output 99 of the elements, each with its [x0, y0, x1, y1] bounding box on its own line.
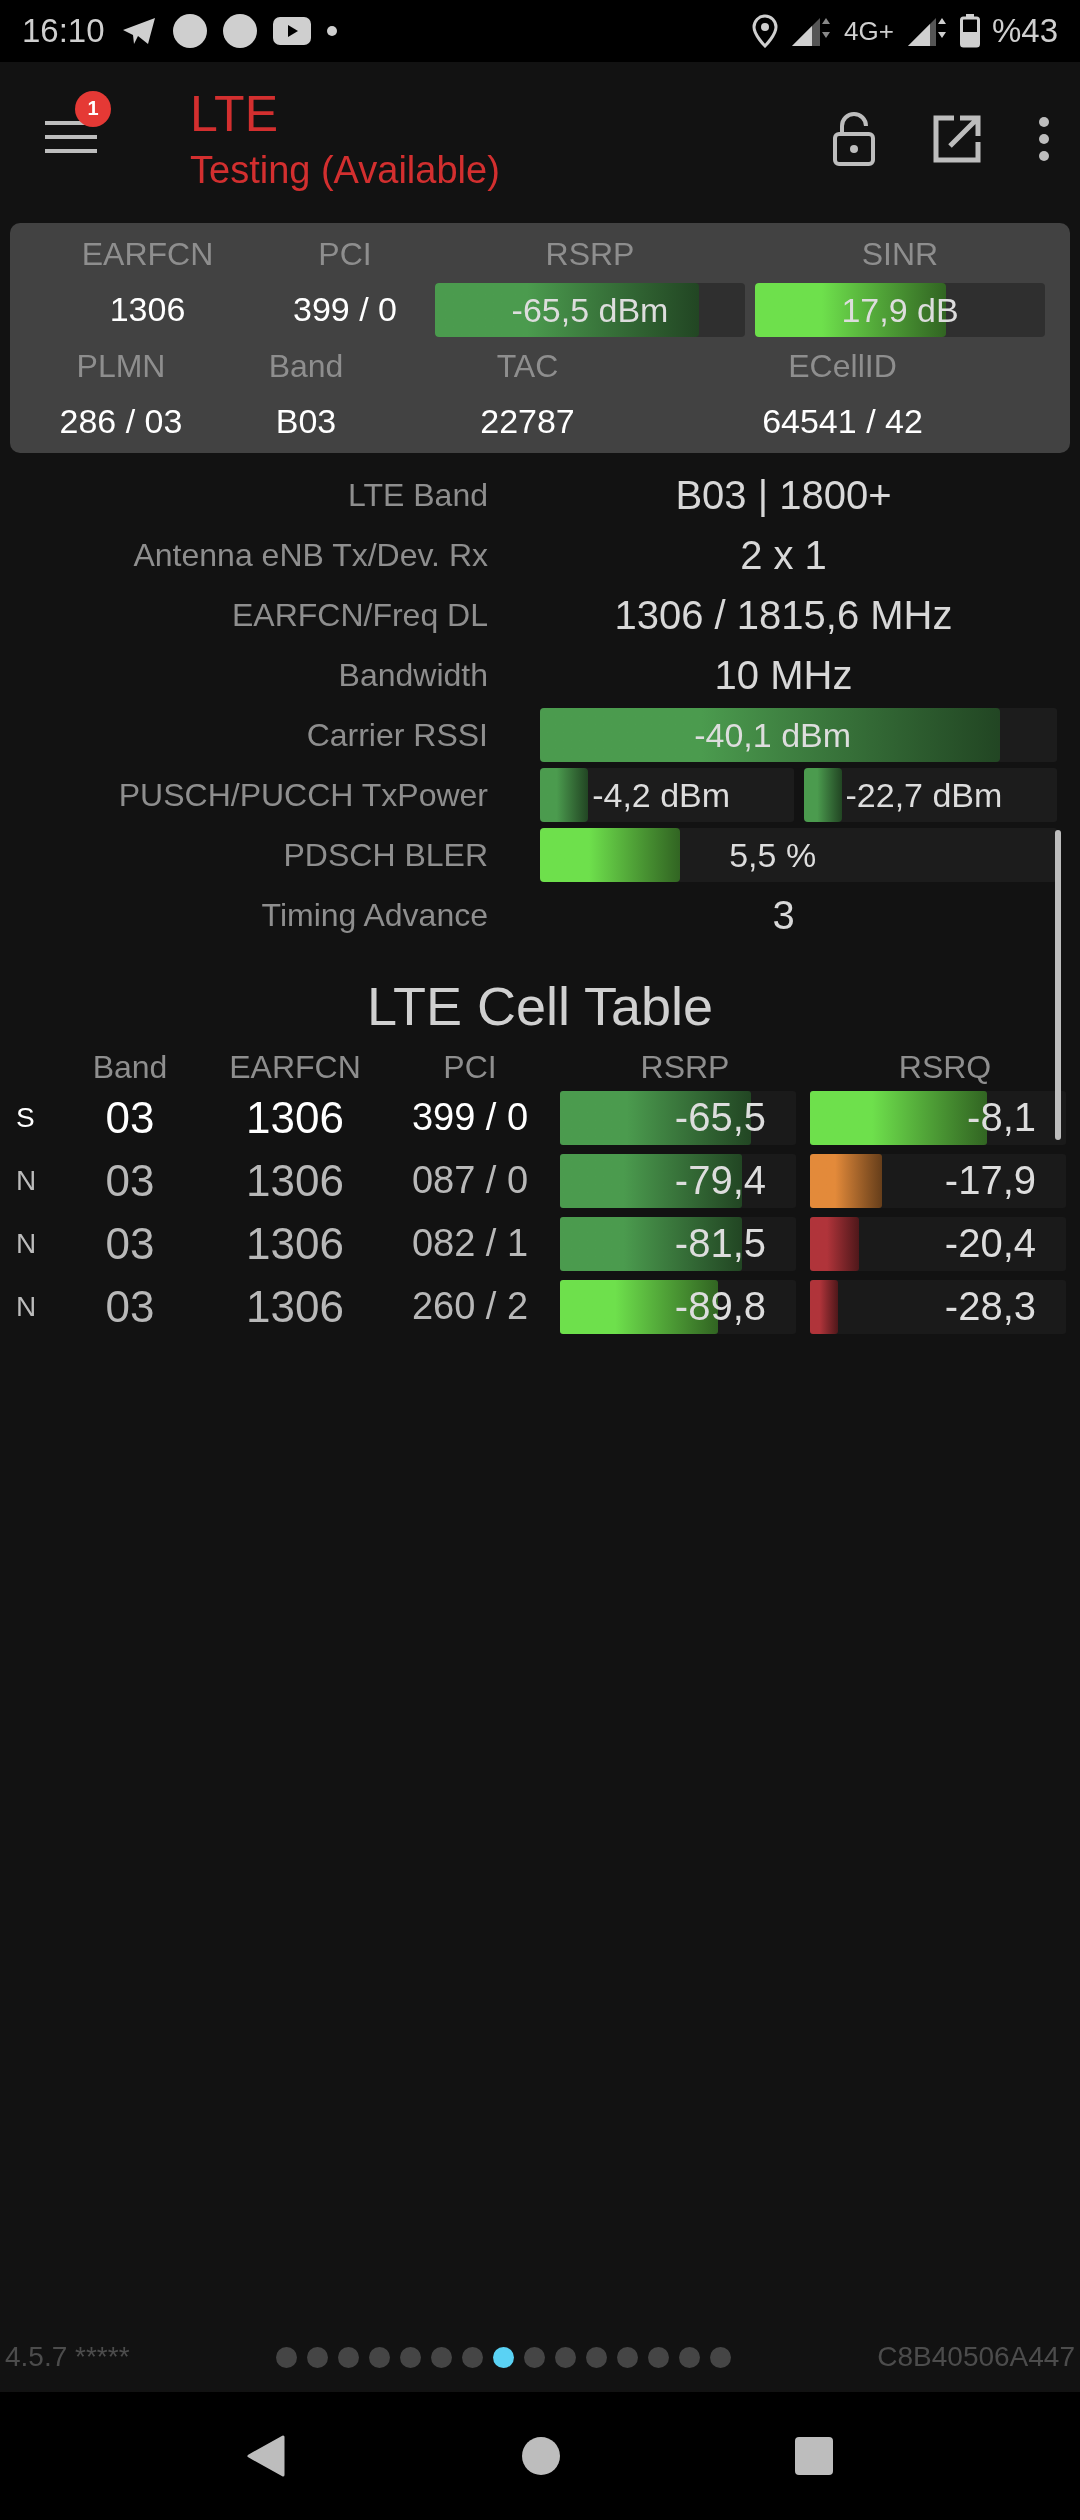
table-cell-text: 1306: [245, 1155, 345, 1206]
circle-icon: [222, 14, 257, 48]
meter-reading: -40,1 dBm: [693, 714, 853, 756]
field-value: B03: [275, 401, 337, 442]
field-label: EARFCN: [81, 235, 214, 273]
detail-value: 3: [772, 892, 795, 938]
detail-value: 1306 / 1815,6 MHz: [614, 592, 953, 638]
table-cell-text: 03: [104, 1281, 156, 1332]
battery-icon: [959, 14, 980, 48]
page-dot[interactable]: [585, 2346, 607, 2368]
location-icon: [752, 14, 779, 48]
more-icon[interactable]: [1038, 115, 1050, 162]
page-dot[interactable]: [337, 2346, 359, 2368]
page-dot[interactable]: [678, 2346, 700, 2368]
table-cell-text: 1306: [245, 1092, 345, 1143]
column-header: RSRP: [639, 1049, 731, 1086]
meter-reading: 5,5 %: [728, 834, 818, 876]
recents-icon[interactable]: [794, 2437, 833, 2475]
table-cell-text: 082 / 1: [410, 1222, 530, 1265]
field-label: PCI: [318, 235, 372, 273]
meter-reading: -22,7 dBm: [844, 775, 1003, 815]
meter-reading: -65,5: [674, 1094, 766, 1141]
meter-reading: -20,4: [944, 1220, 1036, 1267]
field-value: 22787: [480, 401, 575, 442]
meter-reading: -81,5: [674, 1220, 766, 1267]
column-header: PCI: [442, 1049, 498, 1086]
column-header: RSRQ: [897, 1049, 993, 1086]
detail-label: Carrier RSSI: [306, 716, 488, 754]
detail-label: EARFCN/Freq DL: [231, 596, 488, 634]
page-dot[interactable]: [399, 2346, 421, 2368]
meter-reading: -65,5 dBm: [510, 289, 670, 331]
circle-icon: [172, 14, 207, 48]
notification-badge: 1: [75, 90, 111, 127]
detail-label: Bandwidth: [338, 656, 488, 694]
detail-label: Antenna eNB Tx/Dev. Rx: [133, 536, 488, 574]
page-dot[interactable]: [430, 2346, 452, 2368]
cell-type: N: [15, 1164, 38, 1197]
meter-reading: 17,9 dB: [840, 289, 960, 331]
detail-label: Timing Advance: [261, 896, 488, 934]
page-dot[interactable]: [275, 2346, 297, 2368]
cell-type: N: [15, 1290, 38, 1323]
field-label: RSRP: [545, 235, 635, 273]
field-value: 399 / 0: [293, 289, 397, 330]
clock: 16:10: [22, 12, 105, 50]
detail-label: PDSCH BLER: [283, 836, 488, 874]
scrollbar[interactable]: [1055, 830, 1061, 1140]
table-cell-text: 087 / 0: [410, 1159, 530, 1202]
back-icon[interactable]: [247, 2435, 288, 2477]
meter-reading: -8,1: [967, 1094, 1036, 1141]
app-version: 4.5.7 *****: [5, 2341, 130, 2373]
page-dot[interactable]: [461, 2346, 483, 2368]
table-cell-text: 03: [104, 1218, 156, 1269]
page-dot[interactable]: [306, 2346, 328, 2368]
table-cell-text: 03: [104, 1092, 156, 1143]
device-id: C8B40506A447: [877, 2341, 1075, 2373]
padlock-icon[interactable]: [832, 111, 876, 166]
field-label: TAC: [496, 347, 559, 385]
table-cell-text: 399 / 0: [410, 1096, 530, 1139]
table-cell-text: 03: [104, 1155, 156, 1206]
detail-value: B03 | 1800+: [675, 472, 892, 518]
table-cell-text: 260 / 2: [410, 1285, 530, 1328]
cell-type: N: [15, 1227, 38, 1260]
screen-title: LTE: [190, 85, 279, 143]
dot-icon: [326, 26, 337, 36]
field-label: ECellID: [788, 347, 897, 385]
page-dot[interactable]: [492, 2346, 514, 2368]
external-link-icon[interactable]: [932, 113, 982, 164]
page-dot[interactable]: [709, 2346, 731, 2368]
detail-value: 10 MHz: [714, 652, 853, 698]
field-value: 64541 / 42: [762, 401, 923, 442]
detail-label: PUSCH/PUCCH TxPower: [118, 776, 488, 814]
section-title: LTE Cell Table: [365, 975, 715, 1037]
screen-subtitle: Testing (Available): [190, 149, 500, 192]
page-dot[interactable]: [523, 2346, 545, 2368]
field-value: 286 / 03: [59, 401, 183, 442]
page-dot[interactable]: [554, 2346, 576, 2368]
page-dot[interactable]: [647, 2346, 669, 2368]
page-dot[interactable]: [616, 2346, 638, 2368]
home-icon[interactable]: [522, 2437, 560, 2475]
meter-reading: -79,4: [674, 1157, 766, 1204]
detail-label: LTE Band: [348, 476, 488, 514]
meter-reading: -4,2 dBm: [591, 775, 731, 815]
battery-percent: %43: [991, 12, 1058, 50]
page-dot[interactable]: [368, 2346, 390, 2368]
detail-value: 2 x 1: [740, 532, 827, 578]
table-cell-text: 1306: [245, 1218, 345, 1269]
field-label: PLMN: [76, 347, 166, 385]
network-type: 4G+: [844, 15, 894, 47]
play-icon: [272, 17, 311, 45]
column-header: EARFCN: [228, 1049, 362, 1086]
table-cell-text: 1306: [245, 1281, 345, 1332]
menu-icon[interactable]: [45, 118, 97, 155]
cell-type: S: [15, 1101, 36, 1134]
field-label: Band: [268, 347, 344, 385]
meter-reading: -28,3: [944, 1283, 1036, 1330]
field-label: SINR: [861, 235, 939, 273]
column-header: Band: [91, 1049, 169, 1086]
meter-reading: -17,9: [944, 1157, 1036, 1204]
field-value: 1306: [109, 289, 186, 330]
